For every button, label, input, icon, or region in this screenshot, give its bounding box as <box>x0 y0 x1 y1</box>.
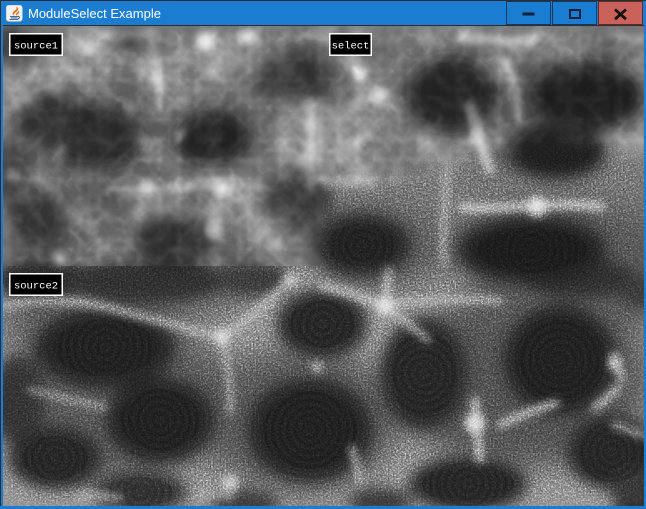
svg-text:select: select <box>332 41 370 53</box>
svg-text:source1: source1 <box>14 41 58 53</box>
svg-text:source2: source2 <box>14 281 58 293</box>
